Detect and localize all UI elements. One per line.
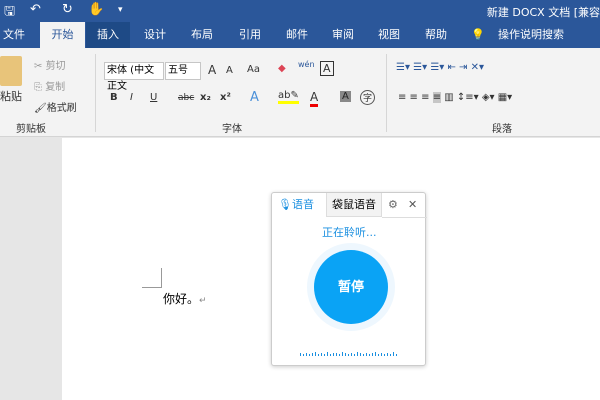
tab-references[interactable]: 引用 bbox=[228, 22, 272, 48]
close-icon[interactable]: ✕ bbox=[408, 193, 417, 217]
settings-icon[interactable]: ⚙ bbox=[388, 193, 398, 217]
document-text[interactable]: 你好。↵ bbox=[163, 290, 207, 307]
font-group-label: 字体 bbox=[222, 124, 242, 135]
cut-button[interactable]: ✂ 剪切 bbox=[34, 57, 66, 72]
undo-icon[interactable]: ↶ bbox=[30, 2, 41, 17]
char-border-button[interactable]: A bbox=[320, 61, 334, 76]
format-painter-label: 格式刷 bbox=[46, 103, 77, 114]
bullets-icon[interactable]: ☰▾ ☰▾ ☰▾ ⇤ ⇥ ✕▾ bbox=[396, 62, 484, 73]
tell-me-search[interactable]: 操作说明搜索 bbox=[496, 22, 566, 48]
window-title: 新建 DOCX 文档 [兼容 bbox=[486, 6, 600, 19]
phonetic-guide-button[interactable]: wén bbox=[298, 60, 315, 69]
touch-mode-icon[interactable]: ✋ bbox=[88, 2, 104, 17]
align-icons[interactable]: ≡ ≡ ≡ ≡ ▥ ↕≡▾ ◈▾ ▦▾ bbox=[398, 92, 512, 103]
italic-button[interactable]: I bbox=[130, 92, 133, 103]
font-color-icon[interactable]: A bbox=[310, 90, 319, 107]
shrink-font-button[interactable]: A bbox=[226, 65, 233, 76]
underline-button[interactable]: U bbox=[150, 92, 157, 103]
highlight-icon[interactable]: ab✎ bbox=[278, 90, 299, 104]
paragraph-mark: ↵ bbox=[199, 296, 207, 306]
divider bbox=[382, 217, 427, 218]
lightbulb-icon: 💡 bbox=[471, 28, 485, 41]
microphone-icon: 🎙 bbox=[278, 198, 292, 211]
char-shading-button[interactable]: A bbox=[340, 91, 351, 102]
change-case-button[interactable]: Aa bbox=[247, 64, 260, 75]
tab-review[interactable]: 审阅 bbox=[321, 22, 365, 48]
divider bbox=[386, 54, 387, 132]
clipboard-group-label: 剪贴板 bbox=[16, 124, 46, 135]
bold-button[interactable]: B bbox=[110, 92, 118, 103]
tab-help[interactable]: 帮助 bbox=[414, 22, 458, 48]
format-painter-button[interactable]: 🖌格式刷 bbox=[34, 99, 77, 114]
copy-button[interactable]: ⎘ 复制 bbox=[34, 78, 65, 93]
clear-format-icon[interactable]: ◆ bbox=[278, 63, 286, 74]
subscript-button[interactable]: x₂ bbox=[200, 92, 211, 103]
tab-mailings[interactable]: 邮件 bbox=[275, 22, 319, 48]
font-name-select[interactable]: 宋体 (中文正文 bbox=[104, 62, 164, 92]
superscript-button[interactable]: x² bbox=[220, 92, 231, 103]
tab-view[interactable]: 视图 bbox=[367, 22, 411, 48]
title-bar: 🖫 ↶ ↻ ✋ ▾ 新建 DOCX 文档 [兼容 bbox=[0, 0, 600, 22]
save-icon[interactable]: 🖫 bbox=[4, 2, 15, 24]
enclose-char-button[interactable]: 字 bbox=[360, 90, 376, 105]
paragraph-text: 你好。 bbox=[163, 292, 200, 306]
tab-file[interactable]: 文件 bbox=[0, 22, 28, 48]
divider bbox=[95, 54, 96, 132]
margin-marker bbox=[142, 268, 162, 288]
redo-icon[interactable]: ↻ bbox=[62, 2, 73, 17]
justify-icon[interactable]: ≡ bbox=[432, 92, 442, 103]
paste-icon[interactable] bbox=[0, 56, 22, 86]
text-effects-icon[interactable]: A bbox=[250, 90, 259, 105]
tab-kangaroo-voice[interactable]: 袋鼠语音 bbox=[326, 193, 382, 217]
audio-level-meter bbox=[300, 351, 397, 356]
ribbon-tabs: 文件 开始 插入 设计 布局 引用 邮件 审阅 视图 帮助 💡 操作说明搜索 bbox=[0, 22, 600, 48]
voice-input-dialog: 🎙语音 袋鼠语音 ⚙ ✕ 正在聆听... 暂停 bbox=[271, 192, 427, 366]
strikethrough-button[interactable]: abc bbox=[178, 93, 194, 103]
copy-label: 复制 bbox=[45, 82, 66, 93]
pause-button[interactable]: 暂停 bbox=[314, 250, 388, 324]
ribbon-home: 粘贴 ✂ 剪切 ⎘ 复制 🖌格式刷 剪贴板 宋体 (中文正文 五号 A A Aa… bbox=[0, 48, 600, 137]
listening-status: 正在聆听... bbox=[322, 226, 377, 239]
tab-home[interactable]: 开始 bbox=[40, 22, 85, 48]
tab-voice-label: 语音 bbox=[291, 198, 314, 211]
paragraph-group-label: 段落 bbox=[492, 124, 512, 135]
tab-voice[interactable]: 🎙语音 bbox=[278, 193, 314, 217]
grow-font-button[interactable]: A bbox=[208, 63, 216, 77]
customize-qat-icon[interactable]: ▾ bbox=[118, 5, 123, 15]
tab-design[interactable]: 设计 bbox=[133, 22, 177, 48]
font-size-select[interactable]: 五号 bbox=[165, 62, 201, 80]
cut-label: 剪切 bbox=[45, 61, 66, 72]
paste-button[interactable]: 粘贴 bbox=[0, 88, 22, 104]
tab-insert[interactable]: 插入 bbox=[86, 22, 130, 48]
tab-layout[interactable]: 布局 bbox=[180, 22, 224, 48]
